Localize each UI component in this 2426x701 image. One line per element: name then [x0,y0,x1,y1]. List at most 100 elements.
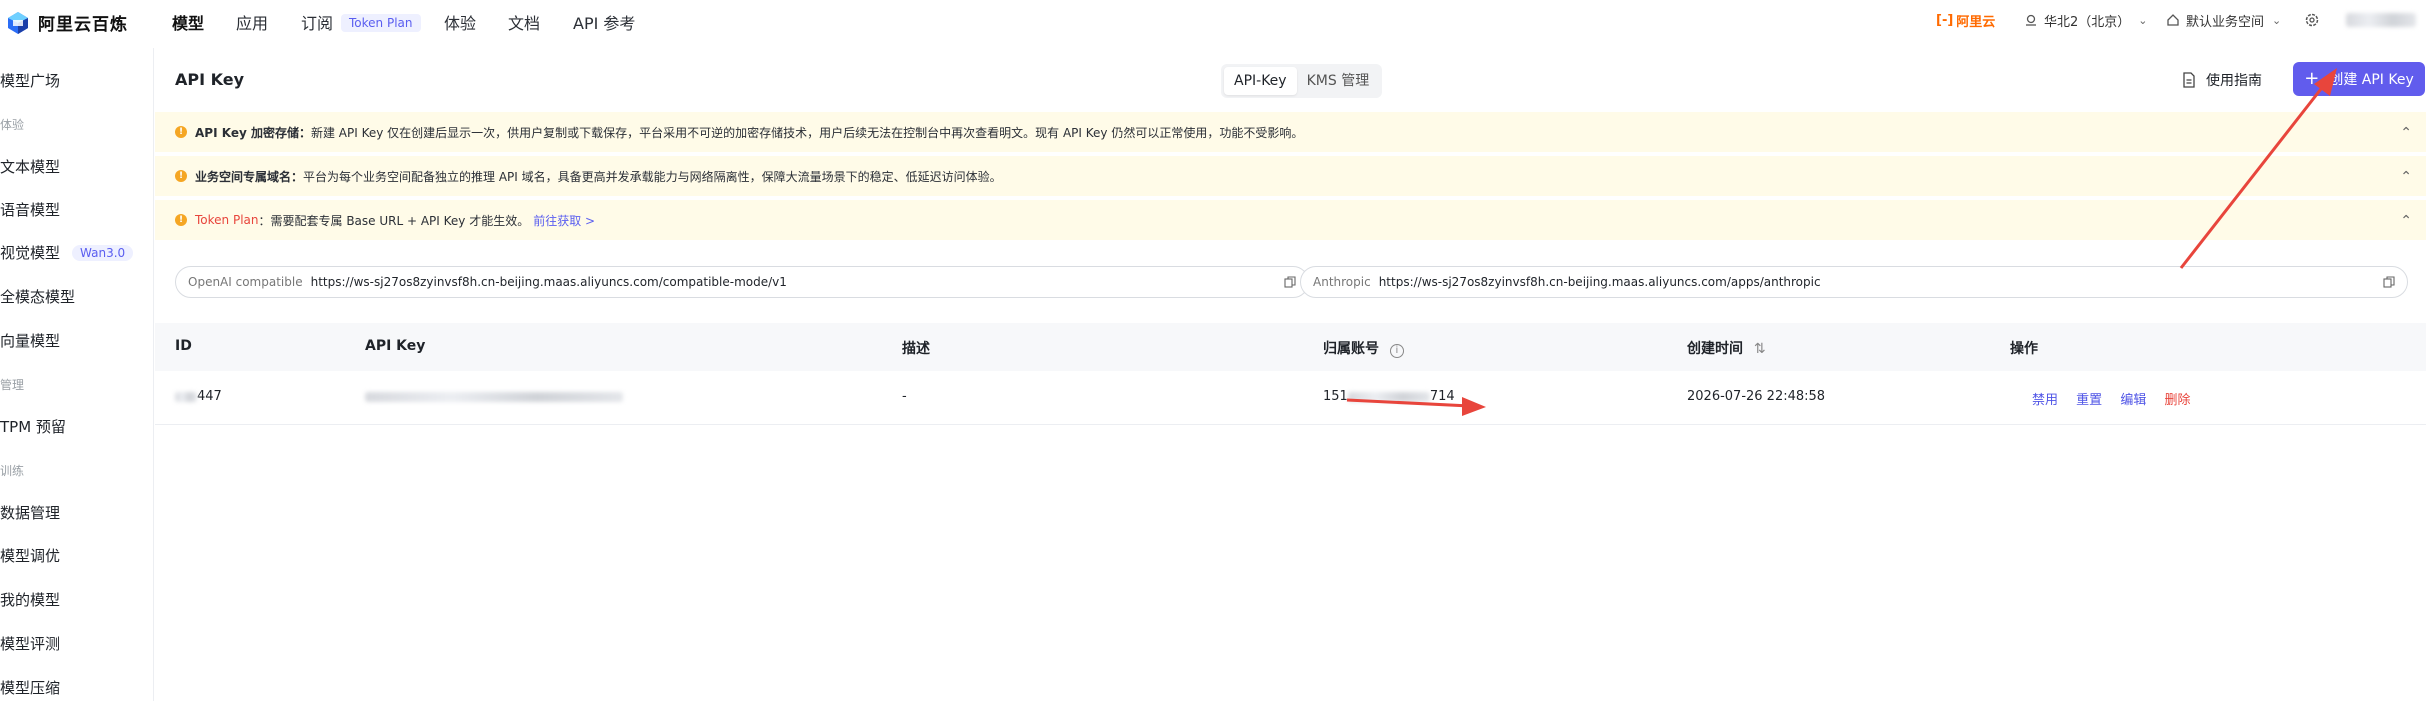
column-header-api-key: API Key [365,338,426,354]
page-title: API Key [175,70,245,89]
nav-models[interactable]: 模型 [172,10,204,34]
sidebar-item-vision-label: 视觉模型 [0,244,61,262]
usage-guide-button[interactable]: 使用指南 [2182,70,2262,90]
aliyun-link[interactable]: [-] 阿里云 [1936,0,1995,40]
sidebar-item-text-models[interactable]: 文本模型 [0,156,60,177]
copy-icon[interactable] [2383,276,2395,288]
sidebar-item-model-compress[interactable]: 模型压缩 [0,677,60,698]
sidebar-item-model-eval[interactable]: 模型评测 [0,633,60,654]
workspace-label: 默认业务空间 [2186,14,2265,30]
column-header-description: 描述 [902,341,930,357]
aliyun-label: 阿里云 [1956,14,1996,30]
document-icon [2183,72,2195,88]
delete-action[interactable]: 删除 [2164,393,2190,408]
wan-badge: Wan3.0 [72,245,134,261]
notice-workspace-domain: ! 业务空间专属域名： 平台为每个业务空间配备独立的推理 API 域名，具备更高… [155,156,2426,196]
disable-action[interactable]: 禁用 [2032,393,2058,408]
notice-title: 业务空间专属域名： [195,169,304,184]
endpoint-url: https://ws-sj27os8zyinvsf8h.cn-beijing.m… [310,275,787,289]
gear-icon [2305,13,2319,27]
notice-encrypted-storage: ! API Key 加密存储： 新建 API Key 仅在创建后显示一次，供用户… [155,112,2426,152]
sidebar-item-model-square[interactable]: 模型广场 [0,70,60,91]
region-selector[interactable]: 华北2（北京） ⌄ [2024,0,2148,40]
create-api-key-label: 创建 API Key [2329,72,2414,88]
token-plan-badge: Token Plan [341,14,421,32]
cell-id-suffix: 447 [197,389,222,404]
sidebar-group-experience: 体验 [0,118,25,132]
cell-created: 2026-07-26 22:48:58 [1687,389,1826,404]
sidebar-item-vision-models[interactable]: 视觉模型 Wan3.0 [0,242,134,263]
top-nav-bar: 阿里云百炼 模型 应用 订阅 Token Plan 体验 文档 API 参考 [-… [0,0,2426,48]
column-header-id: ID [175,338,192,354]
cell-actions: 禁用 重置 编辑 删除 [2032,389,2204,408]
sidebar-item-my-models[interactable]: 我的模型 [0,589,60,610]
sort-icon: ⇅ [1753,341,1766,357]
location-icon [2026,14,2036,26]
copy-icon[interactable] [1284,276,1296,288]
sidebar-item-data-management[interactable]: 数据管理 [0,502,60,523]
region-label: 华北2（北京） [2044,14,2131,30]
get-token-plan-link[interactable]: 前往获取 > [533,212,595,229]
column-header-created[interactable]: 创建时间 ⇅ [1687,338,1766,358]
notice-token-plan: ! Token Plan ：需要配套专属 Base URL + API Key … [155,200,2426,240]
settings-button[interactable] [2304,0,2320,40]
notice-title: API Key 加密存储： [195,125,311,140]
edit-action[interactable]: 编辑 [2120,393,2146,408]
sidebar-group-manage: 管理 [0,378,25,392]
column-header-account: 归属账号 i [1323,338,1404,358]
redacted-text [1347,391,1430,402]
chevron-down-icon: ⌄ [2138,13,2148,27]
create-api-key-button[interactable]: + 创建 API Key [2293,62,2425,96]
warning-icon: ! [175,214,187,226]
plus-icon: + [2304,68,2320,89]
tab-api-key[interactable]: API-Key [1224,67,1297,95]
user-name-redacted [2346,13,2416,27]
reset-action[interactable]: 重置 [2076,393,2102,408]
sidebar-item-model-tuning[interactable]: 模型调优 [0,545,60,566]
redacted-api-key [365,391,623,402]
brand-logo[interactable]: 阿里云百炼 [6,10,128,35]
nav-api-reference[interactable]: API 参考 [573,10,635,34]
aliyun-logo-icon: [-] [1936,12,1954,28]
sidebar-group-training: 训练 [0,464,25,478]
nav-subscribe-label: 订阅 [301,14,334,33]
nav-experience[interactable]: 体验 [444,10,476,34]
sidebar-item-omni-models[interactable]: 全模态模型 [0,286,75,307]
sidebar-item-tpm-reserve[interactable]: TPM 预留 [0,416,66,437]
user-avatar[interactable] [2346,0,2416,40]
notice-text: 平台为每个业务空间配备独立的推理 API 域名，具备更高并发承载能力与网络隔离性… [303,169,1002,184]
chevron-up-icon[interactable]: ⌃ [2400,213,2412,229]
nav-apps[interactable]: 应用 [236,10,268,34]
usage-guide-label: 使用指南 [2206,73,2262,89]
bailian-logo-icon [6,11,30,35]
anthropic-endpoint-field[interactable]: Anthropic https://ws-sj27os8zyinvsf8h.cn… [1300,266,2408,298]
cell-id: 447 [175,389,222,404]
workspace-selector[interactable]: 默认业务空间 ⌄ [2166,0,2281,40]
sidebar-item-speech-models[interactable]: 语音模型 [0,199,60,220]
info-icon[interactable]: i [1389,344,1404,358]
endpoint-label: OpenAI compatible [188,275,303,289]
view-tabs: API-Key KMS 管理 [1221,64,1383,98]
warning-icon: ! [175,170,187,182]
chevron-up-icon[interactable]: ⌃ [2400,125,2412,141]
main-content: API Key API-Key KMS 管理 使用指南 + 创建 API Key… [155,48,2426,701]
sidebar: 模型广场 体验 文本模型 语音模型 视觉模型 Wan3.0 全模态模型 向量模型 … [0,48,154,701]
table-header: ID API Key 描述 归属账号 i 创建时间 ⇅ 操作 [155,323,2426,371]
notice-text: ：需要配套专属 Base URL + API Key 才能生效。 [258,213,530,228]
nav-subscribe[interactable]: 订阅 Token Plan [301,10,421,34]
column-header-account-label: 归属账号 [1323,341,1379,357]
notice-text: 新建 API Key 仅在创建后显示一次，供用户复制或下载保存，平台采用不可逆的… [310,125,1304,140]
openai-endpoint-field[interactable]: OpenAI compatible https://ws-sj27os8zyin… [175,266,1309,298]
sidebar-item-embedding-models[interactable]: 向量模型 [0,330,60,351]
redacted-text [175,391,197,402]
chevron-up-icon[interactable]: ⌃ [2400,169,2412,185]
cell-account-prefix: 151 [1323,389,1348,404]
table-row: 447 - 151 714 2026-07-26 22:48:58 禁用 重置 编… [155,371,2426,425]
notice-title: Token Plan [195,213,259,227]
nav-docs[interactable]: 文档 [508,10,540,34]
tab-kms[interactable]: KMS 管理 [1297,67,1380,95]
cell-description: - [902,389,907,404]
column-header-created-label: 创建时间 [1687,341,1743,357]
cell-account-suffix: 714 [1429,389,1455,404]
chevron-down-icon: ⌄ [2272,13,2282,27]
